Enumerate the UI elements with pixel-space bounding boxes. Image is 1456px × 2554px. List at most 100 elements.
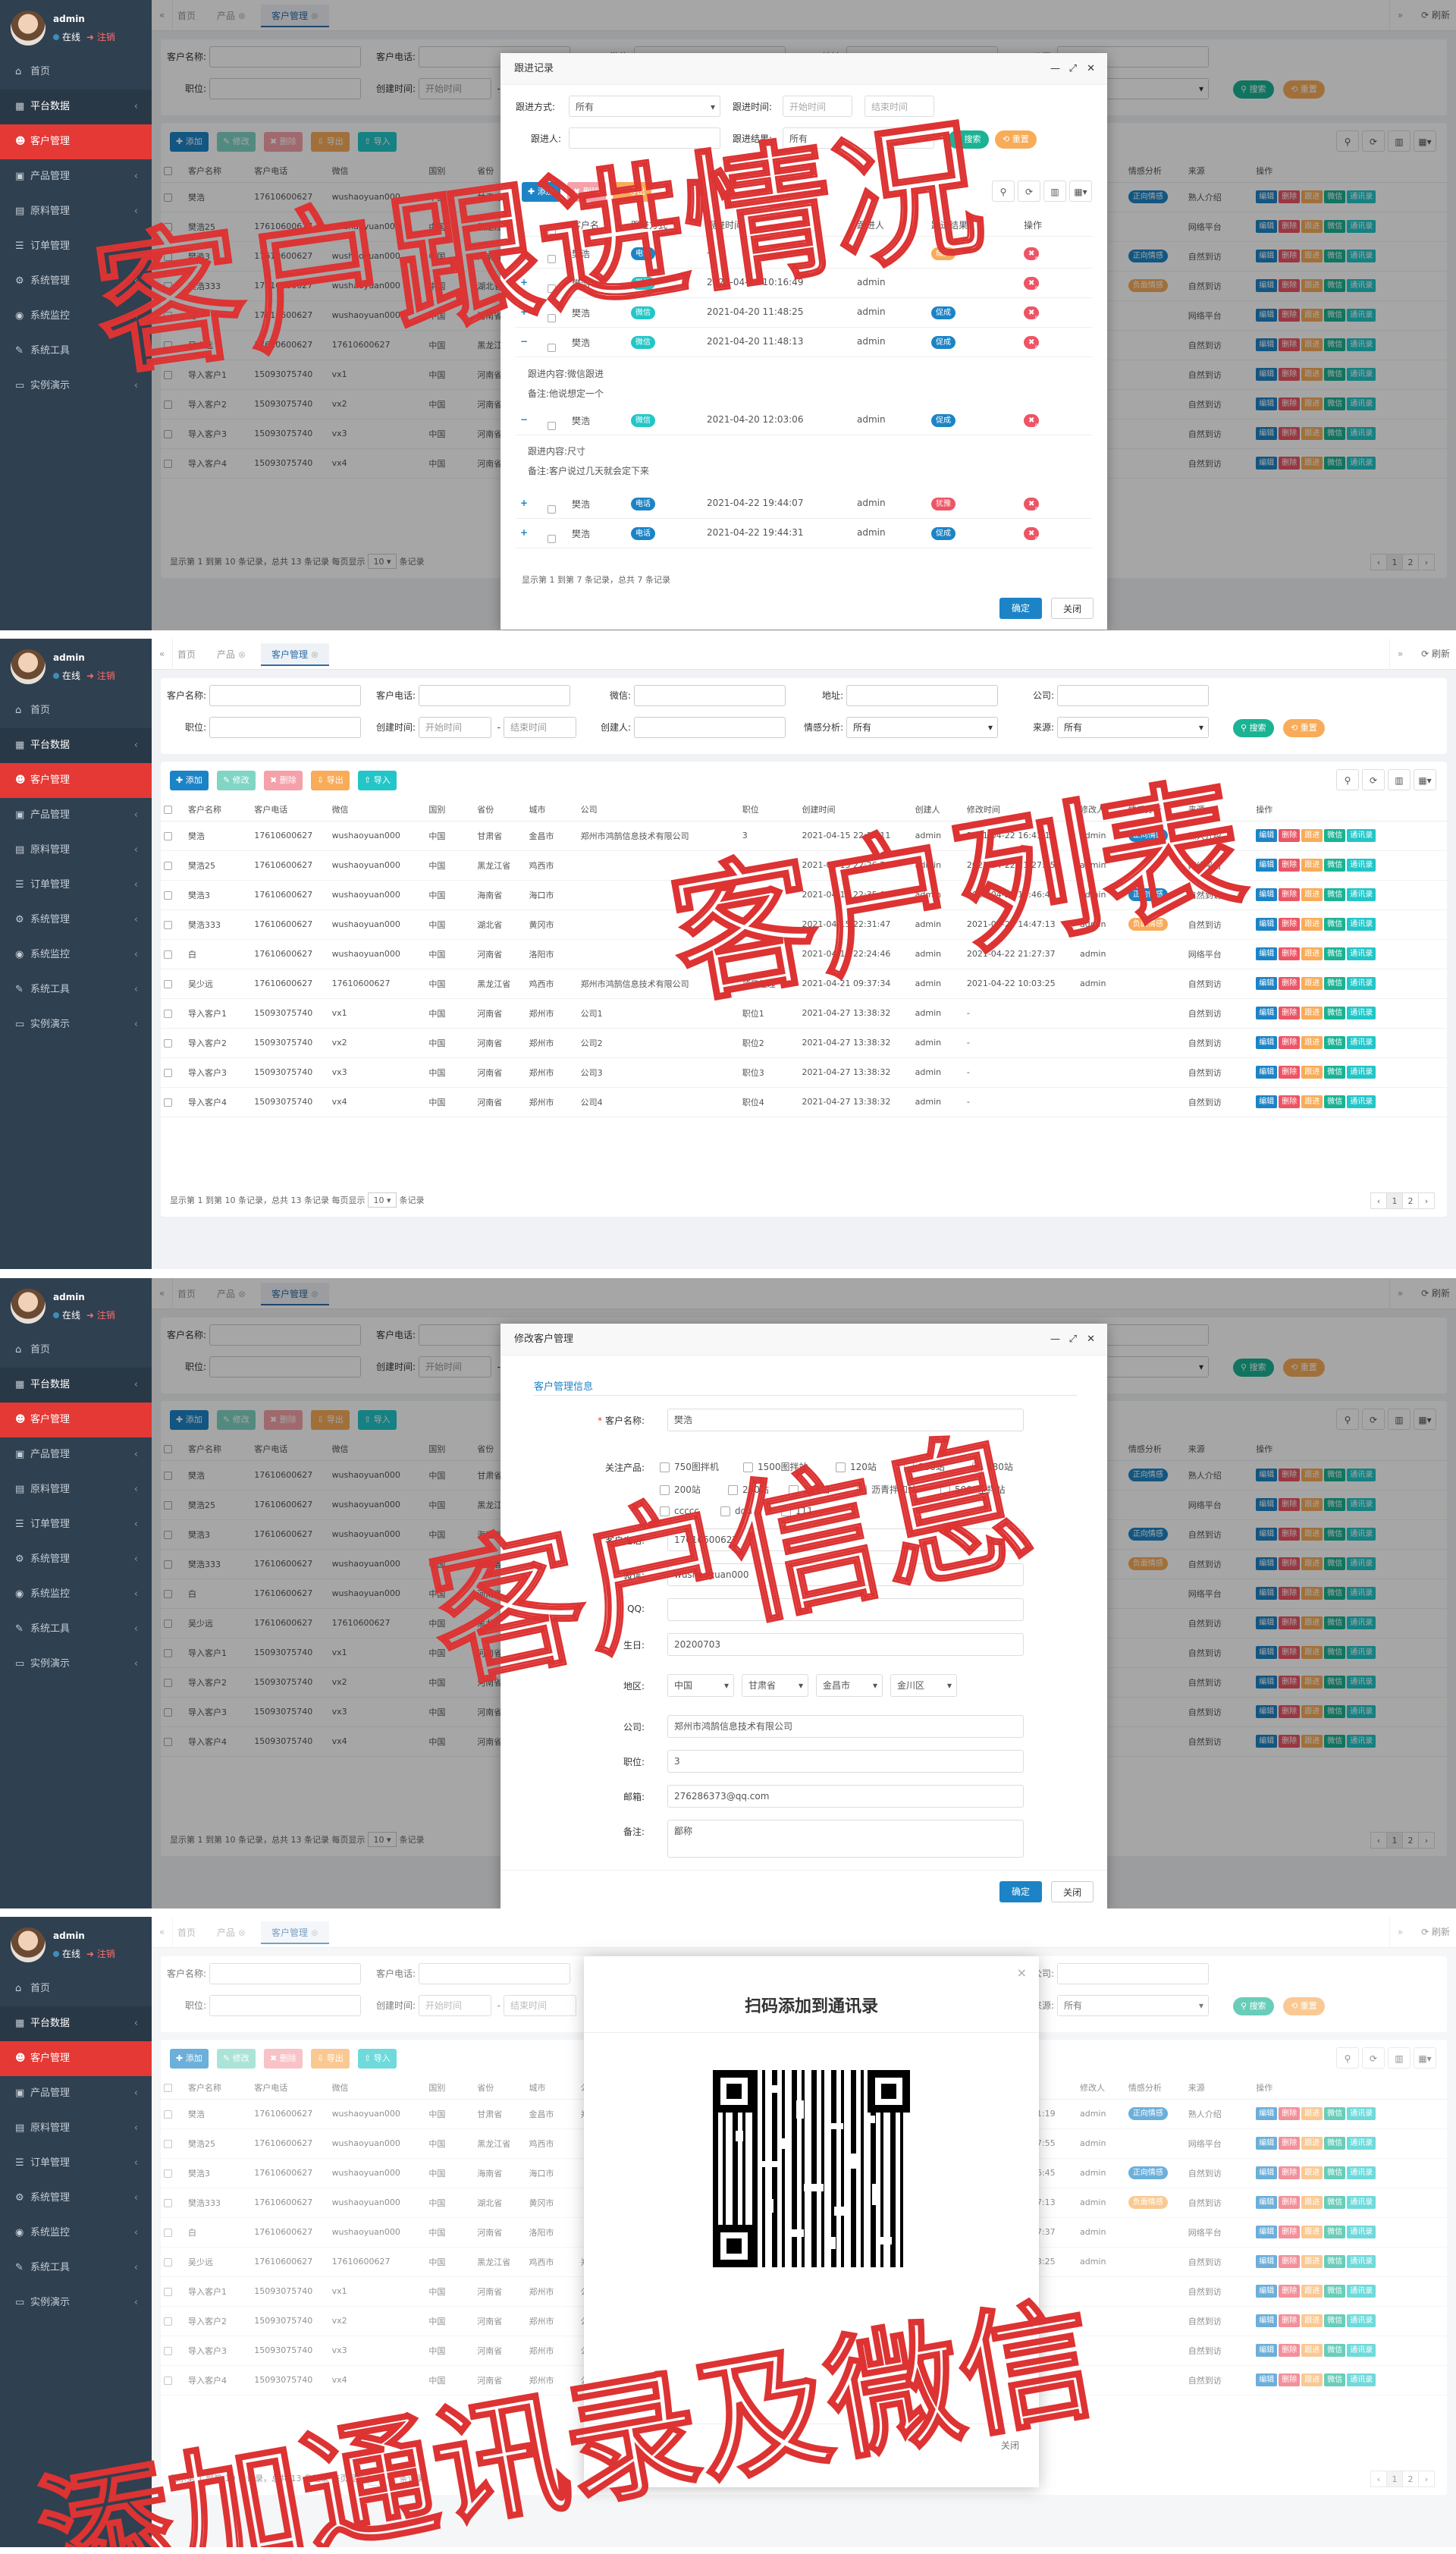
table-row[interactable]: 吴少远1761060062717610600627中国黑龙江省鸡西市郑州市鸿鹄信… (161, 969, 1447, 999)
row-delete-button[interactable]: 删除 (1279, 859, 1301, 872)
row-delete-button[interactable]: 删除 (1279, 977, 1301, 990)
sidebar-item[interactable]: ☰ 订单管理 ‹ (0, 229, 152, 264)
checkbox-icon[interactable] (548, 422, 556, 430)
checkbox-icon[interactable] (728, 1485, 738, 1495)
followup-row[interactable]: − 樊浩 微信 2021-04-20 11:48:13 admin 促成 ✖ 删… (516, 328, 1092, 367)
sidebar-item[interactable]: ▦ 平台数据 ‹ (0, 90, 152, 124)
column-header[interactable]: 操作 (1253, 798, 1447, 821)
sidebar-item[interactable]: ▦ 平台数据 ‹ (0, 2006, 152, 2041)
page-button[interactable]: 1 (1386, 1192, 1403, 1209)
sidebar-item[interactable]: ☰ 订单管理 ‹ (0, 868, 152, 903)
sidebar-item[interactable]: ◉ 系统监控 ‹ (0, 1577, 152, 1612)
column-header[interactable]: 来源 (1185, 798, 1254, 821)
row-delete-button[interactable]: 删除 (1279, 1095, 1301, 1108)
company-input[interactable] (1057, 685, 1209, 706)
table-row[interactable]: 樊浩33317610600627wushaoyuan000中国湖北省黄冈市 202… (161, 909, 1447, 940)
row-edit-button[interactable]: 编辑 (1256, 888, 1278, 901)
column-header[interactable]: 操作 (1024, 218, 1042, 231)
sidebar-item[interactable]: ◉ 系统监控 ‹ (0, 299, 152, 334)
followup-add-button[interactable]: ✚ 添加 (522, 182, 560, 202)
column-header[interactable]: 跟进时间 (707, 218, 743, 231)
row-select[interactable] (161, 998, 185, 1029)
row-edit-button[interactable]: 编辑 (1256, 1036, 1278, 1049)
followup-delete-button[interactable]: ✖ 删除 (567, 182, 606, 202)
address-input[interactable] (846, 685, 998, 706)
logout-link[interactable]: ➜ 注销 (86, 32, 115, 42)
row-follow-button[interactable]: 跟进 (1301, 1036, 1323, 1049)
page-size-select[interactable]: 10 ▾ (368, 1192, 397, 1208)
close-icon[interactable]: × (1017, 1965, 1027, 1980)
expand-icon[interactable]: + (520, 498, 528, 508)
end-date-input[interactable]: 结束时间 (504, 717, 576, 738)
select-all[interactable] (161, 798, 185, 821)
table-row[interactable]: 导入客户315093075740vx3中国河南省郑州市公司3职位32021-04… (161, 1057, 1447, 1088)
checkbox-icon[interactable] (548, 255, 556, 263)
sidebar-item[interactable]: ▤ 原料管理 ‹ (0, 2111, 152, 2146)
column-header[interactable]: 创建人 (912, 798, 964, 821)
checkbox-icon[interactable] (781, 1506, 791, 1516)
wechat-input[interactable] (634, 685, 786, 706)
start-time-input[interactable]: 开始时间 (783, 96, 852, 117)
row-follow-button[interactable]: 跟进 (1301, 947, 1323, 960)
row-wechat-button[interactable]: 微信 (1324, 1066, 1346, 1079)
sidebar-item[interactable]: ▤ 原料管理 ‹ (0, 833, 152, 868)
followup-row[interactable]: + 樊浩 电话 - 成交 ✖ 删除 (516, 240, 1092, 278)
row-wechat-button[interactable]: 微信 (1324, 1095, 1346, 1108)
followup-search-button[interactable]: ⚲ 搜索 (948, 130, 989, 149)
checkbox-icon[interactable] (940, 1485, 950, 1495)
checkbox-icon[interactable] (743, 1462, 753, 1472)
table-row[interactable]: 导入客户415093075740vx4中国河南省郑州市公司4职位42021-04… (161, 1087, 1447, 1117)
column-header[interactable]: 跟进方式 (631, 218, 667, 231)
sidebar-item[interactable]: ⚙ 系统管理 ‹ (0, 1542, 152, 1577)
sidebar-item[interactable]: ☻ 客户管理 (0, 124, 152, 159)
table-row[interactable]: 樊浩317610600627wushaoyuan000中国海南省海口市 2021-… (161, 880, 1447, 910)
sidebar-item[interactable]: ✎ 系统工具 ‹ (0, 1612, 152, 1647)
checkbox-icon[interactable] (660, 1485, 670, 1495)
pos-field[interactable]: 3 (667, 1750, 1024, 1773)
close-button[interactable]: 关闭 (1051, 1881, 1094, 1902)
row-contacts-button[interactable]: 通讯录 (1347, 829, 1376, 842)
row-follow-button[interactable]: 跟进 (1301, 859, 1323, 872)
close-icon[interactable]: ✕ (1087, 1324, 1095, 1356)
qq-field[interactable] (667, 1598, 1024, 1621)
row-wechat-button[interactable]: 微信 (1324, 829, 1346, 842)
start-date-input[interactable]: 开始时间 (419, 717, 491, 738)
row-contacts-button[interactable]: 通讯录 (1347, 859, 1376, 872)
checkbox-icon[interactable] (164, 1009, 172, 1018)
refresh-icon[interactable]: ⟳ (1018, 181, 1040, 202)
close-icon[interactable]: ✕ (1087, 53, 1095, 85)
checkbox-icon[interactable] (164, 950, 172, 959)
row-delete-button[interactable]: ✖ 删除 (1024, 498, 1042, 529)
sidebar-item[interactable]: ▭ 实例演示 ‹ (0, 369, 152, 404)
sidebar-item[interactable]: ⚙ 系统管理 ‹ (0, 903, 152, 938)
column-header[interactable]: 城市 (526, 798, 578, 821)
followup-row[interactable]: + 樊浩 电话 2021-04-22 19:44:31 admin 促成 ✖ 删… (516, 520, 1092, 558)
row-follow-button[interactable]: 跟进 (1301, 1095, 1323, 1108)
row-select[interactable] (161, 821, 185, 851)
product-checkbox[interactable]: 250站 (728, 1483, 769, 1496)
row-contacts-button[interactable]: 通讯录 (1347, 977, 1376, 990)
sidebar-item[interactable]: ⌂ 首页 (0, 55, 152, 90)
region-select-2[interactable]: 金昌市 ▾ (816, 1674, 883, 1697)
column-header[interactable]: 情感分析 (1125, 798, 1185, 821)
product-checkbox[interactable]: ccccc (660, 1506, 699, 1516)
logout-link[interactable]: ➜ 注销 (86, 1310, 115, 1321)
maximize-icon[interactable]: ⤢ (1069, 1324, 1077, 1356)
sidebar-item[interactable]: ▦ 平台数据 ‹ (0, 1368, 152, 1403)
sidebar-item[interactable]: ▣ 产品管理 ‹ (0, 798, 152, 833)
product-checkbox[interactable]: 5000型拌站 (940, 1483, 1006, 1496)
row-delete-button[interactable]: ✖ 删除 (1024, 414, 1042, 445)
sidebar-item[interactable]: ▦ 平台数据 ‹ (0, 728, 152, 763)
column-header[interactable]: 客户名 (572, 218, 599, 231)
checkbox-icon[interactable] (548, 314, 556, 322)
column-header[interactable]: 微信 (328, 798, 426, 821)
checkbox-icon[interactable] (164, 979, 172, 988)
page-button[interactable]: ‹ (1370, 1192, 1387, 1209)
checkbox-icon[interactable] (164, 891, 172, 900)
row-delete-button[interactable]: 删除 (1279, 1036, 1301, 1049)
row-delete-button[interactable]: 删除 (1279, 888, 1301, 901)
sidebar-item[interactable]: ✎ 系统工具 ‹ (0, 972, 152, 1007)
row-contacts-button[interactable]: 通讯录 (1347, 888, 1376, 901)
row-wechat-button[interactable]: 微信 (1324, 888, 1346, 901)
collapse-icon[interactable]: − (520, 336, 528, 347)
